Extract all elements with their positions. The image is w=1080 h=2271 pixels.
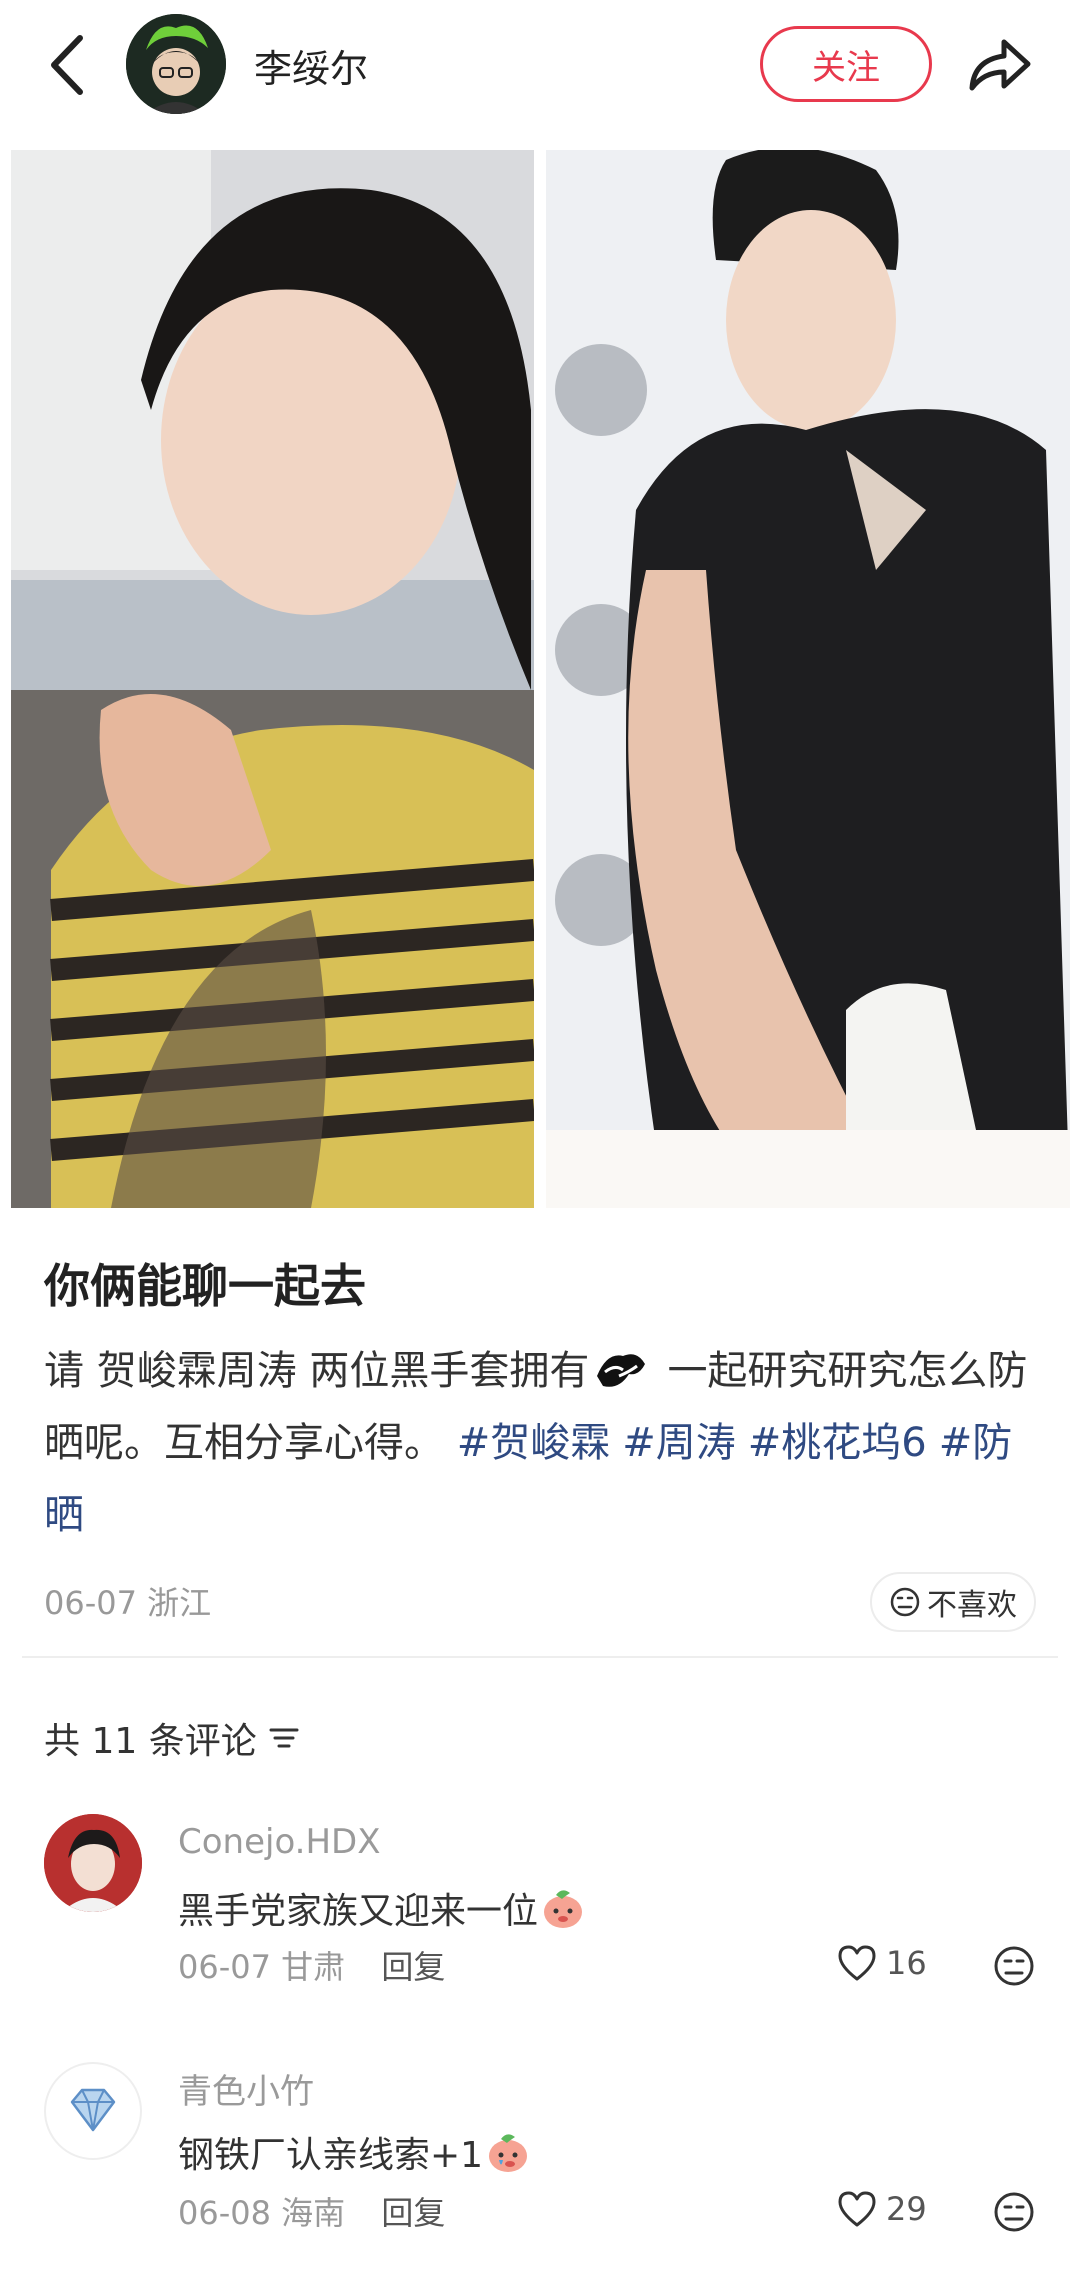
comment-username[interactable]: 青色小竹: [178, 2064, 314, 2113]
like-count: 16: [886, 1944, 927, 1982]
heart-icon: [838, 1945, 876, 1981]
comment-date: 06-07: [178, 1948, 271, 1986]
comment-location: 海南: [281, 2194, 346, 2232]
post-image-right[interactable]: [546, 150, 1070, 1208]
comment-text-content: 钢铁厂认亲线索+1: [178, 2135, 484, 2176]
post-body: 请 贺峻霖周涛 两位黑手套拥有 一起研究研究怎么防晒呢。互相分享心得。 #贺峻霖…: [44, 1335, 1044, 1551]
top-bar: 李绥尔 关注: [0, 0, 1080, 130]
follow-button[interactable]: 关注: [760, 26, 932, 102]
comment-location: 甘肃: [281, 1948, 346, 1986]
post-body-text-1: 请 贺峻霖周涛 两位黑手套拥有: [44, 1348, 590, 1394]
sort-icon[interactable]: [267, 1723, 301, 1753]
like-count: 29: [886, 2190, 927, 2228]
reply-button[interactable]: 回复: [381, 2194, 445, 2232]
peach-emoji: [544, 1890, 583, 1928]
commenter-avatar[interactable]: [44, 2062, 142, 2160]
comment-item: 青色小竹 钢铁厂认亲线索+1 06-08 海南 回复 29: [0, 2046, 1080, 2271]
comment-item: Conejo.HDX 黑手党家族又迎来一位 06-07 甘肃 回复 16: [0, 1800, 1080, 2040]
more-face-icon[interactable]: [992, 2190, 1036, 2234]
comment-text: 钢铁厂认亲线索+1: [178, 2126, 531, 2178]
hashtag-link[interactable]: #桃花坞6: [748, 1420, 927, 1466]
dislike-face-icon: [890, 1587, 920, 1617]
post-location: 浙江: [147, 1584, 212, 1622]
comments-header: 共 11 条评论: [44, 1712, 301, 1764]
dislike-button[interactable]: 不喜欢: [870, 1572, 1036, 1632]
comment-username[interactable]: Conejo.HDX: [178, 1822, 381, 1862]
commenter-avatar[interactable]: [44, 1814, 142, 1912]
post-title: 你俩能聊一起去: [44, 1259, 366, 1313]
like-button[interactable]: 16: [836, 1944, 927, 1982]
author-name[interactable]: 李绥尔: [254, 38, 368, 93]
divider: [22, 1656, 1058, 1658]
post-meta: 06-07 浙江: [44, 1578, 211, 1624]
comment-meta: 06-08 海南 回复: [178, 2188, 445, 2234]
hashtag-link[interactable]: #周涛: [622, 1420, 736, 1466]
peach-emoji: [489, 2134, 528, 2172]
like-button[interactable]: 29: [836, 2190, 927, 2228]
comment-date: 06-08: [178, 2194, 271, 2232]
share-icon[interactable]: [966, 32, 1034, 94]
comment-meta: 06-07 甘肃 回复: [178, 1942, 445, 1988]
post-image-left[interactable]: [11, 150, 534, 1208]
author-avatar[interactable]: [126, 14, 226, 114]
post-date: 06-07: [44, 1584, 137, 1622]
more-face-icon[interactable]: [992, 1944, 1036, 1988]
heart-icon: [838, 2191, 876, 2227]
comment-text-content: 黑手党家族又迎来一位: [178, 1891, 539, 1932]
diamond-icon: [70, 2088, 116, 2132]
reply-button[interactable]: 回复: [381, 1948, 445, 1986]
back-icon[interactable]: [44, 30, 92, 100]
comment-count: 共 11 条评论: [44, 1721, 257, 1762]
dislike-label: 不喜欢: [927, 1588, 1017, 1623]
hashtag-link[interactable]: #贺峻霖: [457, 1420, 611, 1466]
brush-emoji: [597, 1354, 646, 1387]
comment-text: 黑手党家族又迎来一位: [178, 1882, 586, 1934]
